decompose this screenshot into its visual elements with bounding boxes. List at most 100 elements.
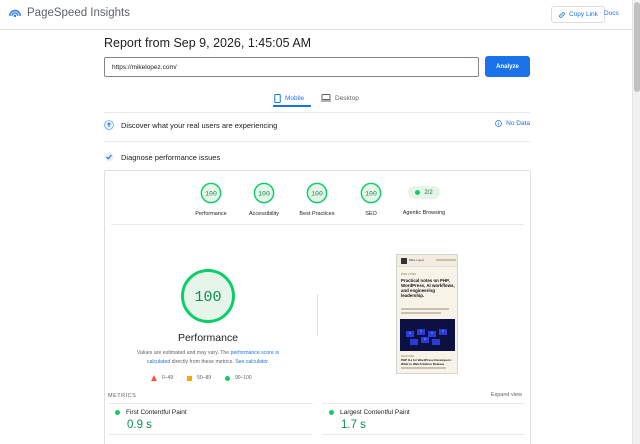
triangle-icon [151,375,157,381]
copy-link-button[interactable]: Copy Link [551,6,605,23]
circle-icon [225,375,231,381]
disclaimer-text: Values are estimated and may vary. The [136,350,231,356]
score-label: Accessibility [249,211,279,217]
metric-fcp: First Contentful Paint 0.9 s [115,409,305,431]
card-divider [111,224,524,225]
info-icon [495,120,502,127]
tab-mobile-label: Mobile [285,94,305,102]
no-data-indicator[interactable]: No Data [495,120,530,127]
link-icon [559,11,565,18]
report-title: Report from Sep 9, 2026, 1:45:05 AM [104,36,312,50]
score-label: Performance [195,211,227,217]
scrollbar-thumb[interactable] [634,2,640,92]
pass-dot-icon [115,410,120,415]
agentic-value: 2/2 [424,189,433,196]
url-input[interactable] [104,57,479,77]
page-scrollbar[interactable] [632,0,640,444]
performance-score-value: 100 [194,289,221,306]
score-ring: 100 [360,182,382,204]
diagnose-section[interactable]: Diagnose performance issues [104,150,530,164]
legend-pass: 90–100 [225,375,252,381]
score-value: 100 [311,190,323,197]
score-ring: 100 [253,182,275,204]
score-gauge-seo[interactable]: 100 SEO [341,182,401,217]
top-bar: PageSpeed Insights Copy Link Docs [0,0,640,30]
desktop-icon [321,94,331,102]
score-gauge-accessibility[interactable]: 100 Accessibility [234,182,294,217]
no-data-label: No Data [506,120,530,127]
square-icon [187,375,193,381]
metrics-heading: METRICS [108,393,137,399]
tab-desktop[interactable]: Desktop [321,90,359,106]
site-logo [401,258,407,264]
real-users-label: Discover what your real users are experi… [121,120,278,130]
featured-image [400,319,455,351]
pagespeed-logo[interactable]: PageSpeed Insights [8,6,130,20]
crux-icon [104,120,114,130]
metrics-divider [322,403,525,404]
docs-link[interactable]: Docs [604,10,619,17]
calculator-link[interactable]: See calculator [235,359,268,365]
metric-lcp: Largest Contentful Paint 1.7 s [329,409,519,431]
screenshot-headline: Practical notes on PHP, WordPress, AI wo… [401,278,455,298]
lighthouse-report-card: 100 Performance 100 Accessibility 100 Be… [104,170,531,444]
metrics-divider [108,434,313,435]
vertical-separator [317,294,318,336]
disclaimer-text: . [267,359,270,365]
score-gauge-agentic-browsing[interactable]: 2/2 Agentic Browsing [394,182,454,216]
score-ring: 100 [200,182,222,204]
expand-view-button[interactable]: Expand view [491,392,522,398]
legend-range: 0–49 [162,375,174,381]
text-line [401,312,441,314]
metric-name: Largest Contentful Paint [340,409,410,416]
diagnose-label: Diagnose performance issues [121,152,221,162]
pass-dot-icon [415,190,421,195]
score-ring: 100 [306,182,328,204]
metric-value: 0.9 s [127,419,152,431]
metrics-divider [322,434,525,435]
metric-name: First Contentful Paint [126,409,187,416]
device-tabs: Mobile Desktop [270,90,380,107]
legend-average: 50–89 [187,375,211,381]
screenshot-caption-title: PHP 8.x for WordPress Developers: What t… [401,358,452,366]
score-label: SEO [365,211,377,217]
score-disclaimer: Values are estimated and may vary. The p… [125,349,291,367]
agentic-label: Agentic Browsing [402,210,446,216]
page-screenshot[interactable]: Mike Lopez MIKE LOPEZ Practical notes on… [396,254,458,374]
score-value: 100 [258,190,270,197]
section-divider [104,112,530,113]
text-line [401,367,446,369]
selected-tab-indicator [273,105,311,107]
pagespeed-logo-icon [8,9,22,18]
site-name: Mike Lopez [409,258,425,262]
score-label: Best Practices [299,211,335,217]
score-legend: 0–49 50–89 90–100 [151,375,252,381]
score-gauge-best-practices[interactable]: 100 Best Practices [287,182,347,217]
real-users-section[interactable]: Discover what your real users are experi… [104,118,530,132]
score-value: 100 [365,190,377,197]
agentic-pill: 2/2 [408,186,440,199]
performance-title: Performance [177,332,239,344]
legend-fail: 0–49 [151,375,173,381]
pass-dot-icon [329,410,334,415]
analyze-button[interactable]: Analyze [485,56,530,77]
screenshot-kicker: MIKE LOPEZ [401,273,417,276]
mobile-icon [274,93,281,103]
tab-mobile[interactable]: Mobile [274,90,304,106]
legend-range: 50–89 [197,375,212,381]
metric-value: 1.7 s [341,419,366,431]
lighthouse-icon [104,152,114,162]
app-title: PageSpeed Insights [27,7,130,19]
server-rack-illustration [400,319,455,351]
score-gauge-performance[interactable]: 100 Performance [181,182,241,217]
tab-desktop-label: Desktop [335,94,359,102]
performance-gauge: 100 [181,269,235,323]
screenshot-header: Mike Lopez [397,255,457,267]
metrics-divider [108,403,313,404]
text-line [401,308,449,310]
copy-link-label: Copy Link [569,11,598,18]
disclaimer-text: directly from these metrics. [170,359,236,365]
legend-range: 90–100 [235,375,252,381]
section-divider [104,141,530,142]
score-value: 100 [205,190,217,197]
